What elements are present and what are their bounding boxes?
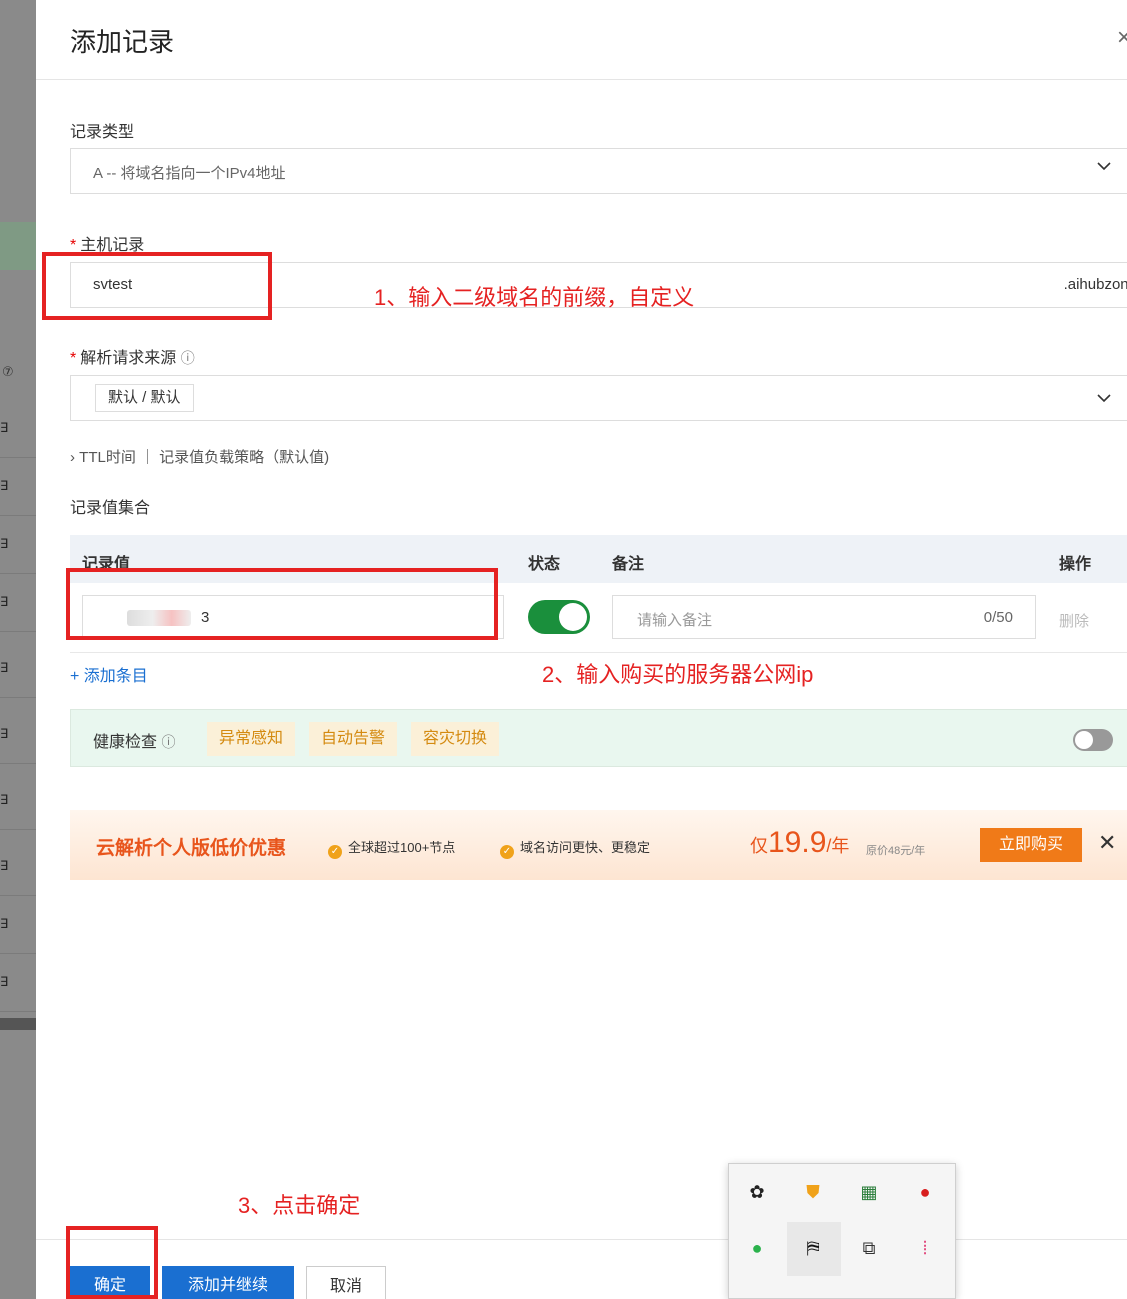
column-header: 备注 — [612, 556, 645, 573]
health-tag: 自动告警 — [309, 722, 398, 756]
health-check-label: 健康检查 ⓘ — [93, 734, 176, 751]
source-label: * 解析请求来源 ⓘ — [70, 350, 195, 367]
shield-icon[interactable]: ⛊ — [801, 1180, 825, 1204]
help-icon: ⓘ — [161, 734, 176, 750]
background-page: ⑦ ∃ ∃ ∃ ∃ ∃ ∃ ∃ ∃ ∃ ∃ — [0, 0, 36, 1299]
chevron-down-icon — [1097, 162, 1111, 171]
health-tag: 异常感知 — [207, 722, 296, 756]
buy-now-button[interactable]: 立即购买 — [980, 828, 1082, 862]
bookmark-icon[interactable]: ⛿ — [801, 1236, 825, 1260]
column-header: 操作 — [1059, 556, 1092, 573]
drawer-title: 添加记录 — [70, 27, 175, 57]
promo-original-price: 原价48元/年 — [866, 845, 926, 857]
note-input[interactable]: 请输入备注 0/50 — [612, 595, 1036, 639]
check-icon: ✓ — [500, 845, 514, 859]
note-counter: 0/50 — [983, 609, 1013, 626]
v-icon[interactable]: ● — [913, 1180, 937, 1204]
wechat-icon[interactable]: ● — [745, 1236, 769, 1260]
record-type-value: A -- 将域名指向一个IPv4地址 — [93, 165, 286, 182]
chevron-down-icon — [1097, 394, 1111, 403]
drawer-header: 添加记录 × — [36, 0, 1127, 80]
health-check-toggle[interactable] — [1073, 729, 1113, 751]
chevron-right-icon: › — [70, 449, 80, 466]
add-record-drawer: 添加记录 × 记录类型 A -- 将域名指向一个IPv4地址 * 主机记录 svt… — [36, 0, 1127, 1299]
health-check-panel: 健康检查 ⓘ 异常感知 自动告警 容灾切换 — [70, 709, 1127, 767]
status-toggle[interactable] — [528, 600, 590, 634]
record-type-select[interactable]: A -- 将域名指向一个IPv4地址 — [70, 148, 1127, 194]
annotation-step1: 1、输入二级域名的前缀，自定义 — [374, 285, 695, 310]
health-tag: 容灾切换 — [411, 722, 500, 756]
annotation-step3: 3、点击确定 — [238, 1193, 361, 1218]
annotation-step2: 2、输入购买的服务器公网ip — [542, 662, 814, 687]
add-item-button[interactable]: + 添加条目 — [70, 662, 148, 686]
check-icon: ✓ — [328, 845, 342, 859]
record-type-label: 记录类型 — [70, 124, 135, 141]
openai-icon[interactable]: ✿ — [745, 1180, 769, 1204]
help-icon: ⑦ — [2, 364, 14, 379]
source-tag: 默认 / 默认 — [95, 384, 194, 412]
audio-wave-icon[interactable]: ⦙ — [913, 1236, 937, 1260]
screenshot-icon[interactable]: ⧉ — [857, 1236, 881, 1260]
domain-suffix: .aihubzone.cn — [1063, 276, 1127, 293]
promo-title: 云解析个人版低价优惠 — [96, 838, 287, 859]
promo-price: 仅19.9/年 — [750, 826, 850, 859]
note-placeholder: 请输入备注 — [637, 612, 713, 629]
ttl-expander[interactable]: › TTL时间 ｜ 记录值负载策略（默认值) — [70, 446, 329, 467]
delete-link[interactable]: 删除 — [1059, 610, 1089, 631]
source-select[interactable]: 默认 / 默认 — [70, 375, 1127, 421]
drawer-footer: 确定 添加并继续 取消 — [36, 1239, 1127, 1299]
promo-feature: ✓ 域名访问更快、更稳定 — [500, 837, 650, 859]
annotation-box-ip — [66, 568, 498, 640]
background-highlight — [0, 222, 36, 270]
promo-feature: ✓ 全球超过100+节点 — [328, 837, 455, 859]
system-tray-popup: ✿ ⛊ ▦ ● ● ⛿ ⧉ ⦙ — [728, 1163, 956, 1299]
promo-banner: 云解析个人版低价优惠 ✓ 全球超过100+节点 ✓ 域名访问更快、更稳定 仅19.9… — [70, 810, 1127, 880]
annotation-box-confirm — [66, 1226, 158, 1299]
column-header: 状态 — [528, 556, 561, 573]
close-icon[interactable]: ✕ — [1098, 830, 1116, 856]
app-grid-icon[interactable]: ▦ — [857, 1180, 881, 1204]
help-icon: ⓘ — [180, 350, 195, 366]
cancel-button[interactable]: 取消 — [306, 1266, 386, 1299]
close-icon[interactable]: × — [1117, 24, 1127, 52]
record-set-title: 记录值集合 — [70, 500, 151, 517]
add-and-continue-button[interactable]: 添加并继续 — [162, 1266, 294, 1299]
annotation-box-host — [42, 252, 272, 320]
